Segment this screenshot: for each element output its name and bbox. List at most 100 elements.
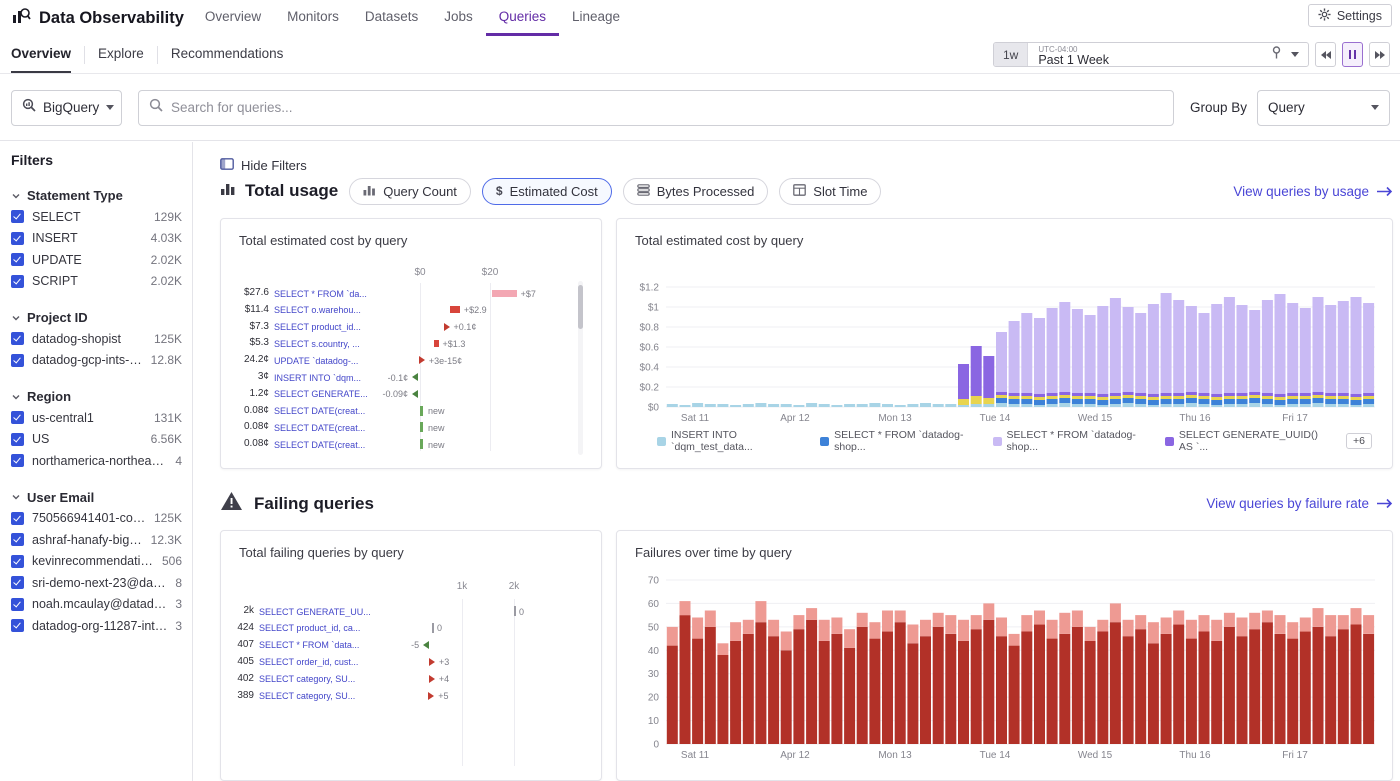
- filter-item-750566941401-comp[interactable]: 750566941401-comp...125K: [11, 508, 182, 530]
- checkbox-checked[interactable]: [11, 576, 24, 589]
- failures-chart[interactable]: 010203040506070Sat 11Apr 12Mon 13Tue 14W…: [617, 567, 1393, 767]
- estimated-cost-chart[interactable]: $0$0.2$0.4$0.6$0.8$1$1.2Sat 11Apr 12Mon …: [617, 275, 1393, 427]
- nav-item-jobs[interactable]: Jobs: [431, 0, 486, 36]
- legend-item[interactable]: SELECT GENERATE_UUID() AS `...: [1165, 429, 1331, 453]
- legend-more-button[interactable]: +6: [1346, 433, 1372, 449]
- tab-recommendations[interactable]: Recommendations: [171, 36, 284, 73]
- filter-item-northamerica-northeast2[interactable]: northamerica-northeast24: [11, 450, 182, 472]
- toplist-row[interactable]: $7.3SELECT product_id...+0.1¢: [221, 319, 601, 335]
- skip-forward-button[interactable]: [1369, 42, 1390, 67]
- row-query-link[interactable]: SELECT category, SU...: [259, 691, 355, 701]
- toplist-row[interactable]: 1.2¢SELECT GENERATE...-0.09¢: [221, 386, 601, 402]
- row-query-link[interactable]: SELECT category, SU...: [259, 674, 355, 684]
- filter-item-select[interactable]: SELECT129K: [11, 206, 182, 228]
- pause-button[interactable]: [1342, 42, 1363, 67]
- skip-back-button[interactable]: [1315, 42, 1336, 67]
- pill-query-count[interactable]: Query Count: [349, 178, 471, 205]
- checkbox-checked[interactable]: [11, 433, 24, 446]
- time-range-chip[interactable]: 1w: [994, 43, 1028, 66]
- filter-item-insert[interactable]: INSERT4.03K: [11, 228, 182, 250]
- checkbox-checked[interactable]: [11, 454, 24, 467]
- toplist-row[interactable]: 389SELECT category, SU...+5: [221, 688, 601, 704]
- toplist-row[interactable]: 2kSELECT GENERATE_UU...0: [221, 603, 601, 619]
- hide-filters-button[interactable]: Hide Filters: [220, 158, 307, 173]
- checkbox-checked[interactable]: [11, 275, 24, 288]
- checkbox-checked[interactable]: [11, 555, 24, 568]
- view-queries-by-failure-rate-link[interactable]: View queries by failure rate: [1206, 496, 1393, 511]
- checkbox-checked[interactable]: [11, 619, 24, 632]
- filter-item-datadog-shopist[interactable]: datadog-shopist125K: [11, 328, 182, 350]
- row-query-link[interactable]: INSERT INTO `dqm...: [274, 373, 361, 383]
- nav-item-lineage[interactable]: Lineage: [559, 0, 633, 36]
- row-query-link[interactable]: SELECT DATE(creat...: [274, 406, 365, 416]
- legend-item[interactable]: INSERT INTO `dqm_test_data...: [657, 429, 805, 453]
- toplist-row[interactable]: 0.08¢SELECT DATE(creat...new: [221, 419, 601, 435]
- nav-item-datasets[interactable]: Datasets: [352, 0, 431, 36]
- toplist-row[interactable]: 24.2¢UPDATE `datadog-...+3e-15¢: [221, 352, 601, 368]
- checkbox-checked[interactable]: [11, 411, 24, 424]
- source-select[interactable]: BigQuery: [11, 90, 122, 126]
- filter-section-header-region[interactable]: Region: [11, 386, 182, 407]
- filter-item-us-central1[interactable]: us-central1131K: [11, 407, 182, 429]
- checkbox-checked[interactable]: [11, 533, 24, 546]
- filter-item-sri-demo-next-23-data[interactable]: sri-demo-next-23@data...8: [11, 572, 182, 594]
- filter-item-datadog-gcp-ints-te[interactable]: datadog-gcp-ints-te...12.8K: [11, 350, 182, 372]
- checkbox-checked[interactable]: [11, 253, 24, 266]
- toplist-row[interactable]: $5.3SELECT s.country, ...+$1.3: [221, 335, 601, 351]
- row-query-link[interactable]: SELECT GENERATE...: [274, 389, 368, 399]
- toplist-row[interactable]: $11.4SELECT o.warehou...+$2.9: [221, 302, 601, 318]
- view-queries-by-usage-link[interactable]: View queries by usage: [1233, 184, 1393, 199]
- filter-item-noah-mcaulay-datadog[interactable]: noah.mcaulay@datadog...3: [11, 594, 182, 616]
- nav-item-monitors[interactable]: Monitors: [274, 0, 352, 36]
- settings-button[interactable]: Settings: [1308, 4, 1392, 27]
- checkbox-checked[interactable]: [11, 332, 24, 345]
- filter-item-script[interactable]: SCRIPT2.02K: [11, 271, 182, 293]
- tab-overview[interactable]: Overview: [11, 36, 71, 73]
- checkbox-checked[interactable]: [11, 210, 24, 223]
- toplist-row[interactable]: 405SELECT order_id, cust...+3: [221, 654, 601, 670]
- row-query-link[interactable]: SELECT GENERATE_UU...: [259, 607, 371, 617]
- row-query-link[interactable]: SELECT product_id...: [274, 322, 361, 332]
- filter-item-kevinrecommendation[interactable]: kevinrecommendation...506: [11, 551, 182, 573]
- toplist-row[interactable]: $27.6SELECT * FROM `da...+$7: [221, 285, 601, 301]
- checkbox-checked[interactable]: [11, 232, 24, 245]
- group-by-select[interactable]: Query: [1257, 90, 1390, 126]
- pin-icon[interactable]: [1271, 46, 1282, 64]
- nav-item-overview[interactable]: Overview: [192, 0, 274, 36]
- filter-item-ashraf-hanafy-bigqu[interactable]: ashraf-hanafy-bigqu...12.3K: [11, 529, 182, 551]
- search-input[interactable]: [171, 100, 1163, 115]
- toplist-row[interactable]: 407SELECT * FROM `data...-5: [221, 637, 601, 653]
- row-query-link[interactable]: SELECT order_id, cust...: [259, 657, 358, 667]
- filter-item-update[interactable]: UPDATE2.02K: [11, 249, 182, 271]
- time-range-picker[interactable]: 1w UTC-04:00 Past 1 Week: [993, 42, 1309, 67]
- row-query-link[interactable]: SELECT o.warehou...: [274, 305, 361, 315]
- row-query-link[interactable]: SELECT * FROM `da...: [274, 289, 367, 299]
- filter-section-header-project-id[interactable]: Project ID: [11, 307, 182, 328]
- tab-explore[interactable]: Explore: [98, 36, 144, 73]
- row-query-link[interactable]: SELECT s.country, ...: [274, 339, 360, 349]
- legend-item[interactable]: SELECT * FROM `datadog-shop...: [993, 429, 1150, 453]
- pill-slot-time[interactable]: Slot Time: [779, 178, 881, 205]
- toplist-row[interactable]: 424SELECT product_id, ca...0: [221, 620, 601, 636]
- toplist-row[interactable]: 3¢INSERT INTO `dqm...-0.1¢: [221, 369, 601, 385]
- row-query-link[interactable]: SELECT product_id, ca...: [259, 623, 360, 633]
- toplist-row[interactable]: 0.08¢SELECT DATE(creat...new: [221, 436, 601, 452]
- pill-bytes-processed[interactable]: Bytes Processed: [623, 178, 769, 205]
- time-range-display[interactable]: UTC-04:00 Past 1 Week: [1028, 43, 1262, 66]
- checkbox-checked[interactable]: [11, 598, 24, 611]
- pill-estimated-cost[interactable]: $ Estimated Cost: [482, 178, 612, 205]
- row-query-link[interactable]: SELECT * FROM `data...: [259, 640, 359, 650]
- filter-item-datadog-org-11287-inte[interactable]: datadog-org-11287-inte...3: [11, 615, 182, 637]
- filter-section-header-statement-type[interactable]: Statement Type: [11, 185, 182, 206]
- row-query-link[interactable]: UPDATE `datadog-...: [274, 356, 358, 366]
- legend-item[interactable]: SELECT * FROM `datadog-shop...: [820, 429, 977, 453]
- checkbox-checked[interactable]: [11, 354, 24, 367]
- toplist-row[interactable]: 402SELECT category, SU...+4: [221, 671, 601, 687]
- row-query-link[interactable]: SELECT DATE(creat...: [274, 440, 365, 450]
- filter-item-us[interactable]: US6.56K: [11, 429, 182, 451]
- nav-item-queries[interactable]: Queries: [486, 0, 559, 36]
- filter-section-header-user-email[interactable]: User Email: [11, 487, 182, 508]
- toplist-row[interactable]: 0.08¢SELECT DATE(creat...new: [221, 403, 601, 419]
- checkbox-checked[interactable]: [11, 512, 24, 525]
- chevron-down-icon[interactable]: [1291, 52, 1299, 57]
